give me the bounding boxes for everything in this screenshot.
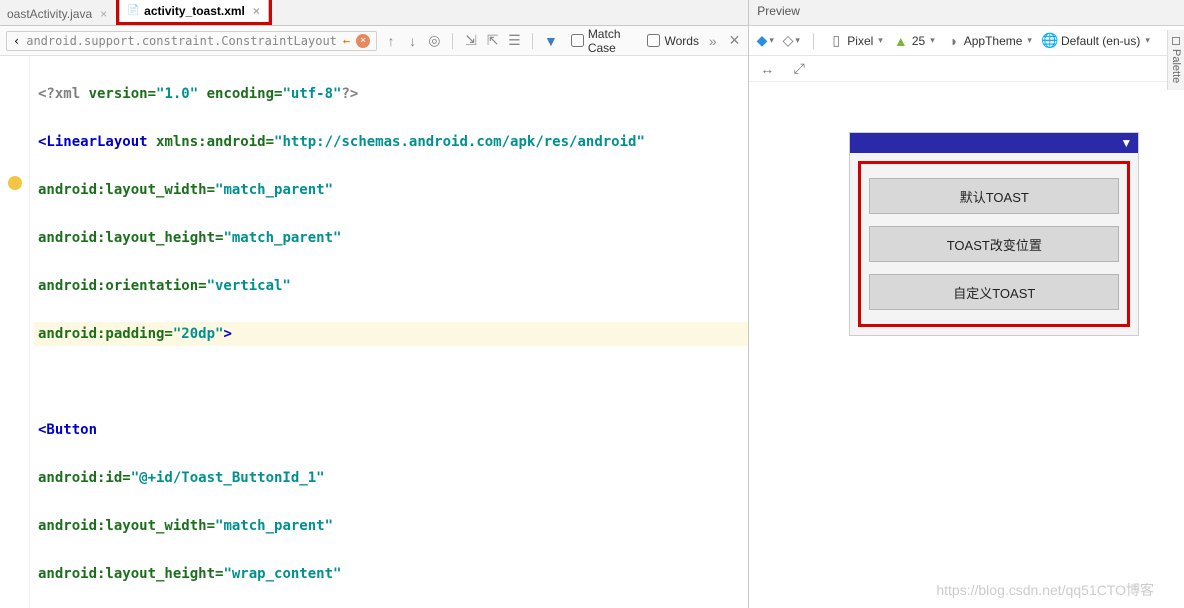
separator: [532, 33, 533, 49]
preview-button-toast-change-position[interactable]: TOAST改变位置: [869, 226, 1119, 262]
device-preview-canvas[interactable]: ▼ 默认TOAST TOAST改变位置 自定义TOAST: [749, 82, 1184, 608]
target-icon[interactable]: ◎: [427, 32, 443, 50]
tree-icon[interactable]: ☰: [507, 32, 523, 50]
buttons-highlight: 默认TOAST TOAST改变位置 自定义TOAST: [858, 161, 1130, 327]
zoom-icon[interactable]: ⤢: [791, 61, 807, 77]
breadcrumb-text: android.support.constraint.ConstraintLay…: [26, 34, 337, 48]
wifi-icon: ▼: [1120, 136, 1132, 150]
words-checkbox[interactable]: Words: [647, 34, 698, 48]
view-options-icon[interactable]: ◆: [757, 33, 773, 49]
xml-file-icon: 📄: [126, 4, 140, 18]
phone-icon: ▯: [828, 33, 844, 49]
match-case-checkbox[interactable]: Match Case: [571, 27, 642, 55]
theme-icon: ◑: [945, 33, 961, 49]
tab-toast-activity-java[interactable]: oastActivity.java ×: [0, 1, 116, 25]
close-search-icon[interactable]: ✕: [727, 32, 743, 50]
lightbulb-icon[interactable]: [8, 176, 22, 190]
preview-button-default-toast[interactable]: 默认TOAST: [869, 178, 1119, 214]
api-selector[interactable]: ▲25: [893, 33, 935, 49]
tab-active-highlight: 📄 activity_toast.xml ×: [116, 0, 272, 25]
locale-selector[interactable]: 🌐Default (en-us): [1042, 33, 1150, 49]
separator: [452, 33, 453, 49]
collapse-icon[interactable]: ⇱: [485, 32, 501, 50]
close-icon[interactable]: ×: [253, 4, 260, 18]
breadcrumb[interactable]: ‹ android.support.constraint.ConstraintL…: [6, 31, 377, 51]
editor-toolbar: ‹ android.support.constraint.ConstraintL…: [0, 26, 748, 56]
code-editor[interactable]: C <?xml version="1.0" encoding="utf-8"?>…: [0, 56, 748, 608]
globe-icon: 🌐: [1042, 33, 1058, 49]
pan-icon[interactable]: ↔: [759, 61, 775, 77]
code-text[interactable]: <?xml version="1.0" encoding="utf-8"?> <…: [30, 56, 748, 608]
preview-panel-title: Preview: [749, 0, 1184, 26]
arrow-down-icon[interactable]: ↓: [405, 32, 421, 50]
preview-button-custom-toast[interactable]: 自定义TOAST: [869, 274, 1119, 310]
chevron-left-icon: ←: [343, 34, 350, 48]
device-selector[interactable]: ▯Pixel: [828, 33, 883, 49]
palette-icon: [1172, 37, 1180, 45]
clear-icon[interactable]: ×: [356, 34, 370, 48]
orientation-icon[interactable]: ◇: [783, 33, 799, 49]
arrow-up-icon[interactable]: ↑: [383, 32, 399, 50]
filter-icon[interactable]: ▼: [543, 32, 559, 50]
watermark-text: https://blog.csdn.net/qq51CTO博客: [936, 580, 1154, 600]
tab-activity-toast-xml[interactable]: 📄 activity_toast.xml ×: [119, 0, 269, 22]
device-frame: ▼ 默认TOAST TOAST改变位置 自定义TOAST: [849, 132, 1139, 336]
android-icon: ▲: [893, 33, 909, 49]
chevron-right-icon[interactable]: »: [705, 32, 721, 50]
preview-toolbar: ◆ ◇ ▯Pixel ▲25 ◑AppTheme 🌐Default (en-us…: [749, 26, 1184, 56]
preview-sub-toolbar: ↔ ⤢: [749, 56, 1184, 82]
expand-icon[interactable]: ⇲: [463, 32, 479, 50]
device-status-bar: ▼: [850, 133, 1138, 153]
tab-label: activity_toast.xml: [144, 4, 245, 18]
close-icon[interactable]: ×: [100, 7, 107, 21]
gutter: [0, 56, 30, 608]
tab-label: oastActivity.java: [7, 7, 92, 21]
theme-selector[interactable]: ◑AppTheme: [945, 33, 1032, 49]
editor-tabstrip: oastActivity.java × 📄 activity_toast.xml…: [0, 0, 748, 26]
palette-tab[interactable]: Palette: [1167, 30, 1184, 90]
